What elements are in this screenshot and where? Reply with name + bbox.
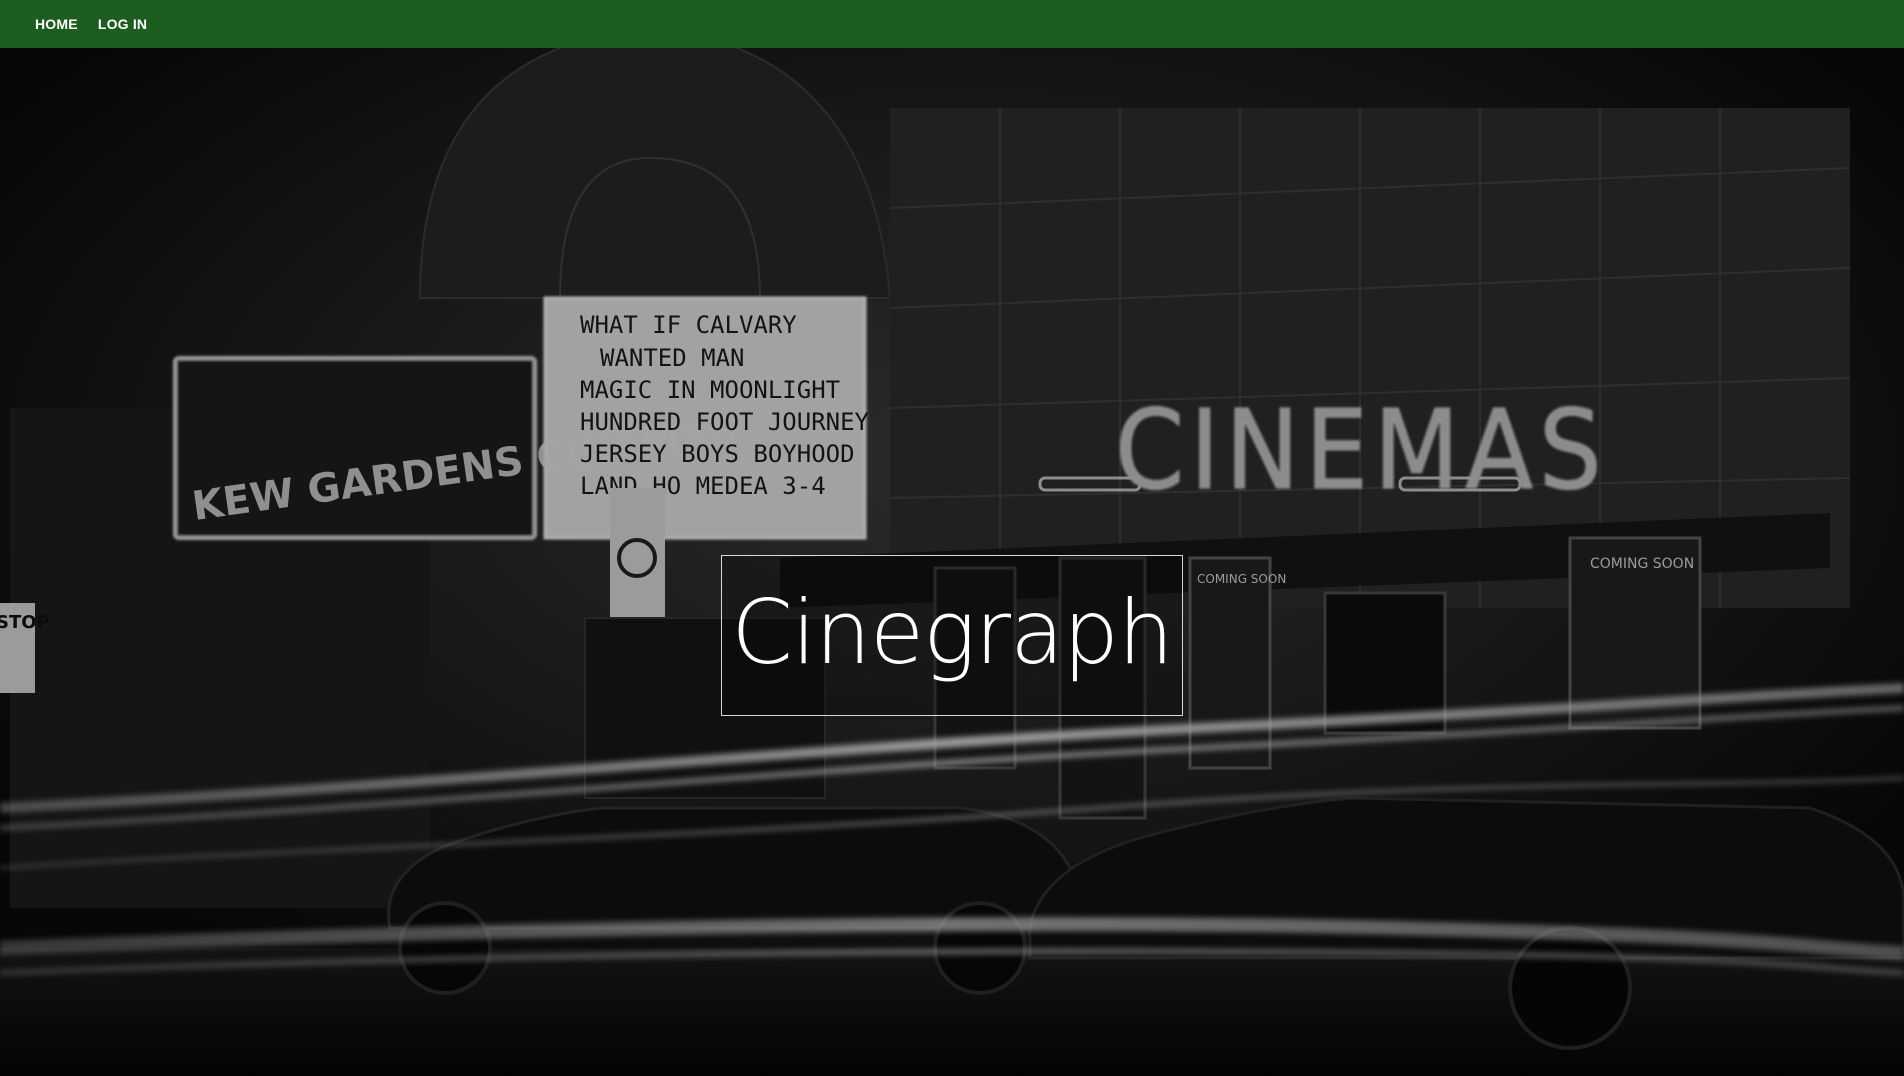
top-navbar: HOME LOG IN: [0, 0, 1904, 48]
nav-home-link[interactable]: HOME: [35, 16, 78, 32]
hero-title-box: Cinegraph: [721, 555, 1183, 716]
hero-title: Cinegraph: [731, 580, 1173, 684]
hero-banner: KEW GARDENS CINEMAS WHAT IF CALVARY WANT…: [0, 48, 1904, 1076]
nav-login-link[interactable]: LOG IN: [98, 16, 147, 32]
